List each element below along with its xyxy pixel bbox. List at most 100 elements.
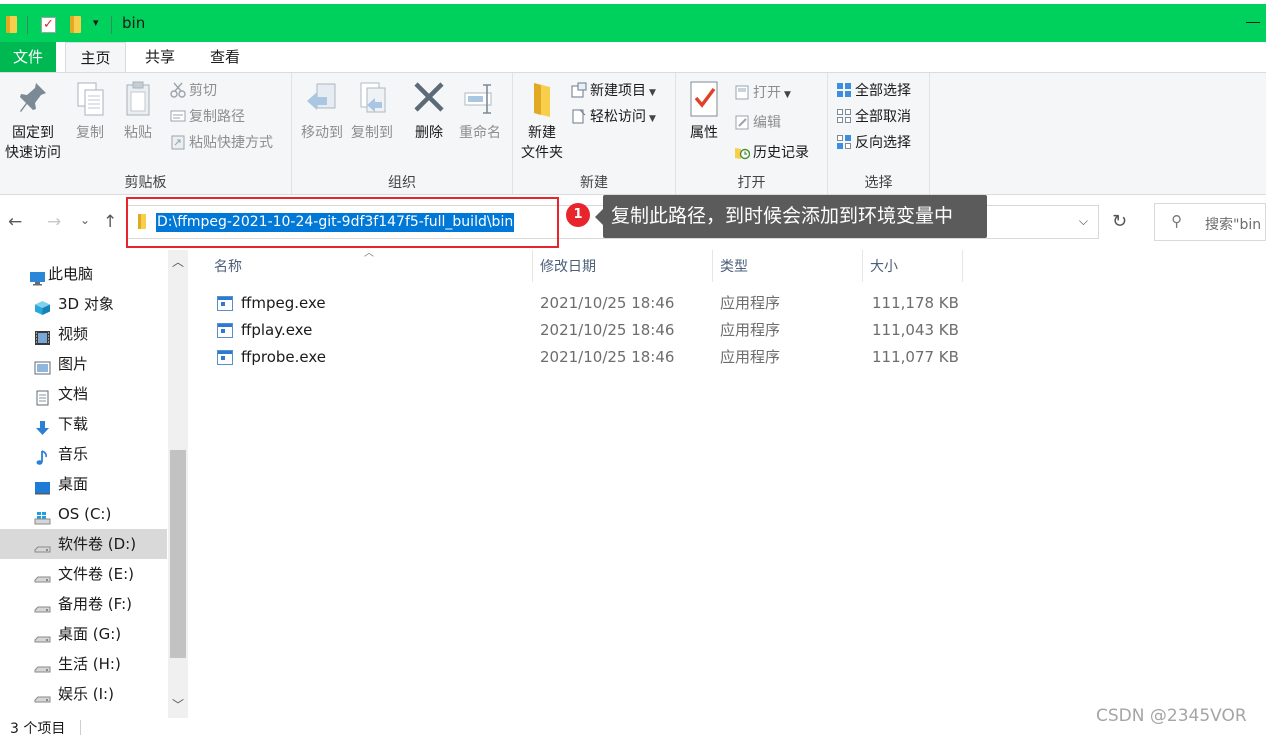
search-input[interactable]: 搜索"bin bbox=[1205, 214, 1261, 234]
column-divider[interactable] bbox=[712, 250, 713, 282]
select-all-label: 全部选择 bbox=[855, 83, 911, 99]
column-header-size[interactable]: 大小 bbox=[870, 254, 898, 280]
organize-group-label: 组织 bbox=[388, 175, 416, 191]
pin-to-quick-access-button[interactable]: 固定到 快速访问 bbox=[2, 79, 64, 163]
move-to-button[interactable]: 移动到 bbox=[297, 79, 347, 143]
select-none-label: 全部取消 bbox=[855, 109, 911, 125]
edit-button[interactable]: 编辑 bbox=[734, 112, 781, 134]
folder-icon bbox=[6, 16, 17, 33]
navigation-pane: 此电脑 3D 对象 视频 图片 文档 下载 音乐 桌面 OS (C:) 软件卷 … bbox=[0, 250, 188, 720]
paste-button[interactable]: 粘贴 bbox=[118, 79, 158, 143]
edit-label: 编辑 bbox=[753, 115, 781, 131]
tab-view[interactable]: 查看 bbox=[201, 42, 249, 73]
properties-button[interactable]: 属性 bbox=[682, 79, 726, 143]
desktop-icon bbox=[34, 476, 51, 495]
application-icon bbox=[217, 296, 233, 311]
column-header-modified[interactable]: 修改日期 bbox=[540, 254, 596, 280]
file-modified: 2021/10/25 18:46 bbox=[540, 321, 675, 339]
nav-item-videos[interactable]: 视频 bbox=[0, 319, 167, 349]
file-name: ffmpeg.exe bbox=[241, 294, 326, 312]
application-icon bbox=[217, 323, 233, 338]
chevron-down-icon[interactable]: ⌵ bbox=[1079, 214, 1088, 229]
forward-arrow-icon[interactable]: → bbox=[47, 212, 61, 232]
drive-icon bbox=[34, 596, 51, 613]
nav-item-documents[interactable]: 文档 bbox=[0, 379, 167, 409]
chevron-down-icon: ▼ bbox=[649, 88, 656, 98]
nav-item-drive-i[interactable]: 娱乐 (I:) bbox=[0, 679, 167, 709]
tab-share[interactable]: 共享 bbox=[136, 42, 184, 73]
column-divider[interactable] bbox=[532, 250, 533, 282]
file-type: 应用程序 bbox=[720, 348, 781, 366]
pin-label-line1: 固定到 bbox=[12, 125, 54, 141]
column-header-type[interactable]: 类型 bbox=[720, 254, 748, 280]
recent-locations-chevron-icon[interactable]: ⌄ bbox=[80, 213, 90, 227]
nav-item-desktop[interactable]: 桌面 bbox=[0, 469, 167, 499]
file-row[interactable]: ffmpeg.exe 2021/10/25 18:46 应用程序 111,178… bbox=[210, 290, 970, 317]
scroll-up-icon[interactable]: ︿ bbox=[172, 253, 184, 270]
file-size: 111,043 KB bbox=[872, 321, 959, 339]
back-arrow-icon[interactable]: ← bbox=[8, 212, 22, 232]
nav-item-3d-objects[interactable]: 3D 对象 bbox=[0, 289, 167, 319]
watermark: CSDN @2345VOR bbox=[1096, 706, 1247, 726]
nav-item-label: 音乐 bbox=[58, 445, 89, 463]
nav-item-label: 文件卷 (E:) bbox=[58, 565, 135, 583]
nav-scrollbar-thumb[interactable] bbox=[170, 450, 186, 658]
refresh-icon[interactable]: ↻ bbox=[1112, 211, 1127, 232]
minimize-icon[interactable] bbox=[1246, 22, 1260, 23]
nav-item-label: 生活 (H:) bbox=[58, 655, 121, 673]
select-none-button[interactable]: 全部取消 bbox=[836, 106, 911, 128]
history-label: 历史记录 bbox=[753, 145, 809, 161]
select-all-button[interactable]: 全部选择 bbox=[836, 80, 911, 102]
easy-access-button[interactable]: 轻松访问 ▼ bbox=[571, 106, 656, 128]
new-item-button[interactable]: 新建项目 ▼ bbox=[571, 80, 656, 102]
column-header-name[interactable]: 名称 bbox=[214, 254, 242, 280]
nav-item-downloads[interactable]: 下载 bbox=[0, 409, 167, 439]
cut-button[interactable]: 剪切 bbox=[170, 80, 217, 102]
nav-item-music[interactable]: 音乐 bbox=[0, 439, 167, 469]
file-row[interactable]: ffprobe.exe 2021/10/25 18:46 应用程序 111,07… bbox=[210, 344, 970, 371]
history-button[interactable]: 历史记录 bbox=[734, 142, 809, 164]
move-to-label: 移动到 bbox=[301, 125, 343, 141]
rename-label: 重命名 bbox=[459, 125, 501, 141]
edit-icon bbox=[734, 114, 750, 130]
properties-check-icon[interactable]: ✓ bbox=[41, 17, 56, 33]
copy-path-button[interactable]: 复制路径 bbox=[170, 106, 245, 128]
copy-button[interactable]: 复制 bbox=[70, 79, 110, 143]
copy-to-button[interactable]: 复制到 bbox=[347, 79, 397, 143]
open-button[interactable]: 打开 ▼ bbox=[734, 82, 791, 104]
nav-item-drive-d[interactable]: 软件卷 (D:) bbox=[0, 529, 167, 559]
scroll-down-icon[interactable]: ﹀ bbox=[172, 696, 184, 713]
new-folder-quick-icon[interactable] bbox=[70, 16, 81, 33]
paste-shortcut-button[interactable]: 粘贴快捷方式 bbox=[170, 132, 273, 154]
customize-quick-access-chevron-icon[interactable]: ▾ bbox=[93, 16, 99, 29]
nav-item-drive-c[interactable]: OS (C:) bbox=[0, 499, 167, 529]
new-folder-button[interactable]: 新建 文件夹 bbox=[517, 79, 567, 163]
nav-item-drive-g[interactable]: 桌面 (G:) bbox=[0, 619, 167, 649]
nav-item-label: OS (C:) bbox=[58, 505, 112, 523]
nav-item-pictures[interactable]: 图片 bbox=[0, 349, 167, 379]
column-divider[interactable] bbox=[962, 250, 963, 282]
nav-item-drive-h[interactable]: 生活 (H:) bbox=[0, 649, 167, 679]
nav-item-this-pc[interactable]: 此电脑 bbox=[0, 259, 167, 289]
file-name: ffplay.exe bbox=[241, 321, 313, 339]
column-divider[interactable] bbox=[862, 250, 863, 282]
tab-file[interactable]: 文件 bbox=[0, 42, 56, 72]
rename-button[interactable]: 重命名 bbox=[455, 79, 505, 143]
nav-item-label: 文档 bbox=[58, 385, 89, 403]
file-type: 应用程序 bbox=[720, 294, 781, 312]
invert-selection-button[interactable]: 反向选择 bbox=[836, 132, 911, 154]
up-arrow-icon[interactable]: ↑ bbox=[103, 212, 117, 232]
search-box[interactable]: ⚲ 搜索"bin bbox=[1154, 203, 1266, 241]
ribbon: 固定到 快速访问 复制 粘贴 剪切 复制路径 粘贴快捷方式 剪贴板 移动到 复制… bbox=[0, 72, 1266, 195]
nav-item-drive-f[interactable]: 备用卷 (F:) bbox=[0, 589, 167, 619]
move-to-icon bbox=[305, 79, 339, 119]
properties-label: 属性 bbox=[690, 125, 718, 141]
video-icon bbox=[34, 326, 51, 345]
cut-label: 剪切 bbox=[189, 83, 217, 99]
file-row[interactable]: ffplay.exe 2021/10/25 18:46 应用程序 111,043… bbox=[210, 317, 970, 344]
copy-to-label: 复制到 bbox=[351, 125, 393, 141]
delete-button[interactable]: 删除 bbox=[407, 79, 451, 143]
nav-item-drive-e[interactable]: 文件卷 (E:) bbox=[0, 559, 167, 589]
open-icon bbox=[734, 84, 750, 100]
tab-home[interactable]: 主页 bbox=[65, 42, 126, 73]
